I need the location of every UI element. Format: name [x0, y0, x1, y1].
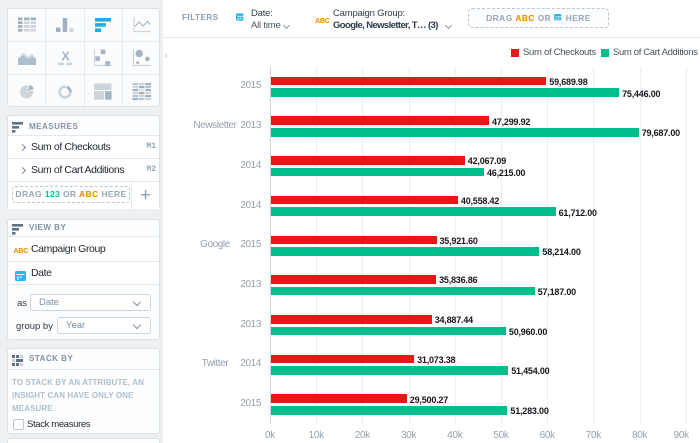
svg-text:X: X: [61, 51, 70, 64]
